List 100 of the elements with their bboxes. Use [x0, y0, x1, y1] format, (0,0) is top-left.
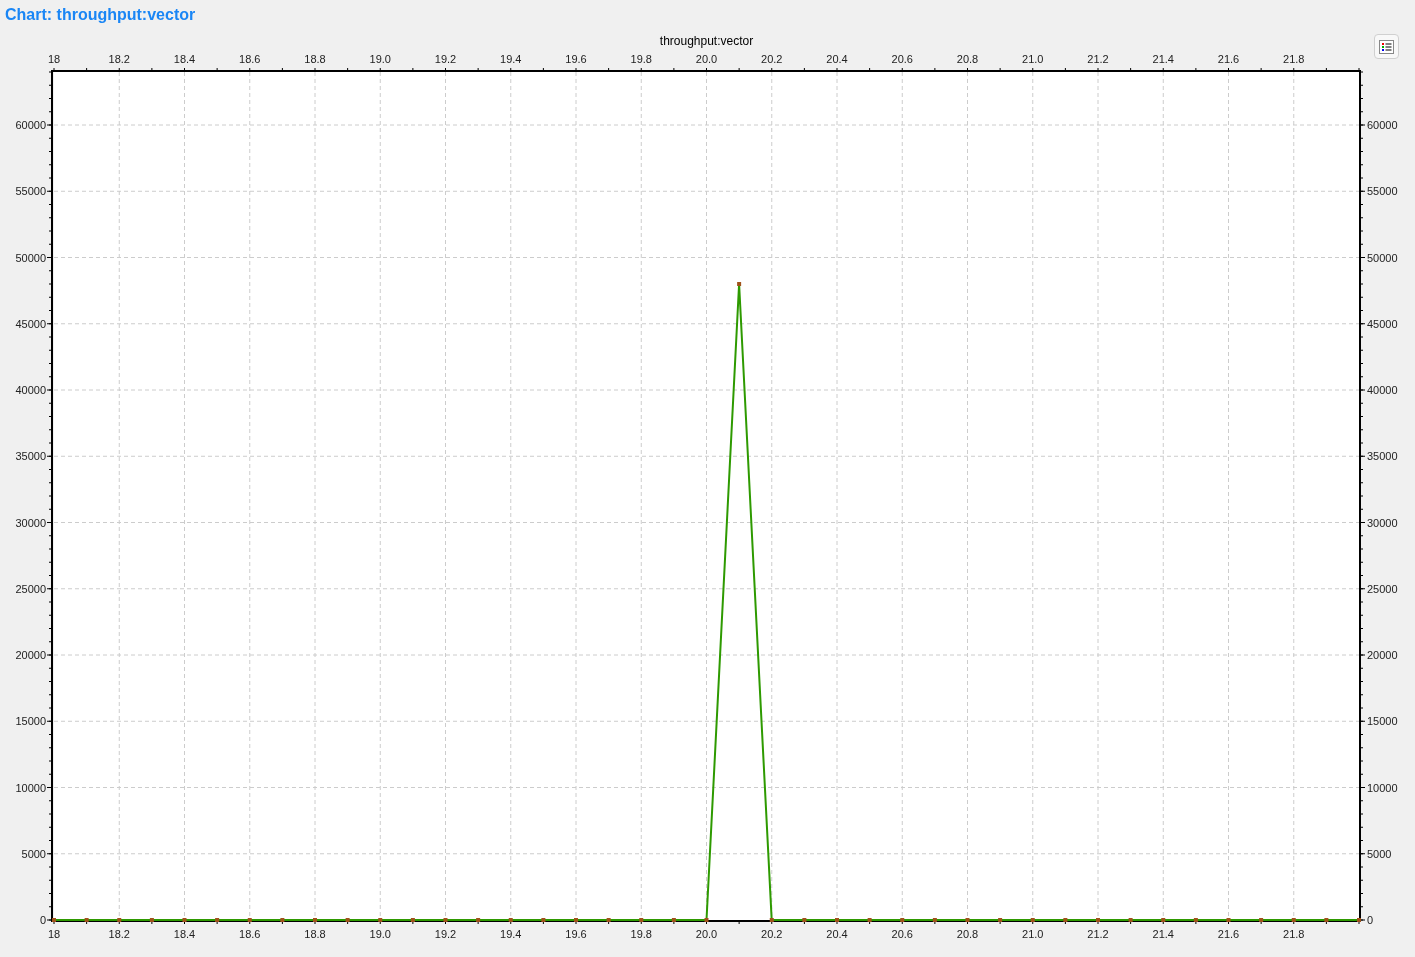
- data-point-marker: [1063, 918, 1068, 922]
- data-point-marker: [671, 918, 676, 922]
- axis-tick-label: 18.8: [304, 928, 326, 940]
- axis-tick-label: 35000: [1367, 450, 1398, 463]
- data-point-marker: [84, 918, 89, 922]
- axis-tick-label: 60000: [15, 119, 46, 131]
- axis-tick-label: 20.2: [761, 53, 783, 65]
- data-point-marker: [149, 918, 154, 922]
- axis-tick-label: 19.2: [434, 928, 457, 940]
- axis-tick-label: 40000: [15, 384, 46, 396]
- axis-tick-label: 20.8: [956, 53, 979, 65]
- axis-tick-label: 45000: [1367, 317, 1398, 330]
- axis-tick-label: 21.2: [1087, 928, 1109, 940]
- axis-tick-label: 19.8: [630, 53, 652, 65]
- axis-tick-label: 20.6: [891, 53, 913, 65]
- axis-tick-label: 18.2: [108, 928, 130, 940]
- data-point-marker: [639, 918, 644, 922]
- data-point-marker: [900, 918, 905, 922]
- data-point-marker: [541, 918, 546, 922]
- axis-tick-label: 50000: [15, 251, 46, 264]
- data-point-marker: [508, 918, 513, 922]
- axis-tick-label: 21.0: [1022, 928, 1044, 940]
- axis-tick-label: 21.4: [1152, 53, 1174, 65]
- axis-tick-label: 0: [39, 914, 46, 926]
- axis-tick-label: 18.8: [304, 53, 326, 65]
- data-point-marker: [1030, 918, 1035, 922]
- data-point-marker: [1161, 918, 1166, 922]
- data-point-marker: [247, 918, 252, 922]
- axis-tick-label: 5000: [21, 847, 46, 860]
- axis-tick-label: 10000: [15, 781, 46, 794]
- axis-tick-label: 20.8: [956, 928, 979, 940]
- axis-tick-label: 35000: [15, 450, 46, 463]
- data-point-marker: [998, 918, 1003, 922]
- axis-tick-label: 18.2: [108, 53, 130, 65]
- axis-tick-label: 19.0: [369, 53, 391, 65]
- data-point-marker: [965, 918, 970, 922]
- axis-tick-label: 18: [47, 53, 61, 65]
- axis-tick-label: 20.0: [695, 928, 718, 940]
- data-point-marker: [476, 918, 481, 922]
- data-point-marker: [378, 918, 383, 922]
- axis-tick-label: 18.6: [239, 53, 261, 65]
- axis-tick-label: 15000: [15, 715, 46, 728]
- axis-tick-label: 30000: [1367, 516, 1398, 529]
- axis-tick-label: 15000: [1367, 715, 1398, 728]
- axis-tick-label: 21.2: [1087, 53, 1109, 65]
- data-point-marker: [769, 918, 774, 922]
- axis-tick-label: 21.8: [1283, 928, 1305, 940]
- data-point-marker: [1193, 918, 1198, 922]
- axis-tick-label: 18.4: [173, 928, 196, 940]
- data-point-marker: [182, 918, 187, 922]
- axis-tick-label: 5000: [1367, 847, 1392, 860]
- axis-tick-label: 19.8: [630, 928, 652, 940]
- data-point-marker: [52, 918, 56, 922]
- chart-heading: Chart: throughput:vector: [5, 6, 196, 23]
- legend-button[interactable]: [1374, 34, 1399, 59]
- axis-tick-label: 20.4: [826, 928, 848, 940]
- axis-tick-label: 18.4: [173, 53, 196, 65]
- data-point-marker: [867, 918, 872, 922]
- axis-tick-label: 20000: [15, 649, 46, 661]
- axis-tick-label: 19.6: [565, 53, 587, 65]
- axis-tick-label: 21.8: [1283, 53, 1305, 65]
- axis-tick-label: 55000: [15, 185, 46, 198]
- axis-tick-label: 45000: [15, 317, 46, 330]
- axis-tick-label: 19.6: [565, 928, 587, 940]
- data-point-marker: [1259, 918, 1264, 922]
- axis-tick-label: 20.4: [826, 53, 848, 65]
- axis-tick-label: 19.2: [434, 53, 457, 65]
- data-point-marker: [1128, 918, 1133, 922]
- data-point-marker: [835, 918, 839, 922]
- axis-tick-label: 40000: [1367, 384, 1398, 396]
- data-point-marker: [443, 918, 448, 922]
- axis-tick-label: 21.6: [1217, 53, 1240, 65]
- axis-tick-label: 18.6: [239, 928, 261, 940]
- data-point-marker: [932, 918, 937, 922]
- axis-tick-label: 50000: [1367, 251, 1398, 264]
- data-point-marker: [1096, 918, 1100, 922]
- axis-tick-label: 60000: [1367, 119, 1398, 131]
- data-point-marker: [313, 918, 317, 922]
- axis-tick-label: 20000: [1367, 649, 1398, 661]
- axis-tick-label: 20.6: [891, 928, 913, 940]
- axis-tick-label: 30000: [15, 516, 46, 529]
- data-point-marker: [117, 918, 122, 922]
- chart-title: throughput:vector: [659, 34, 754, 48]
- data-point-marker: [737, 282, 742, 286]
- data-point-marker: [410, 918, 415, 922]
- data-point-marker: [574, 918, 578, 922]
- data-point-marker: [606, 918, 611, 922]
- axis-tick-label: 21.6: [1217, 928, 1240, 940]
- data-point-marker: [1291, 918, 1296, 922]
- data-point-marker: [1324, 918, 1329, 922]
- data-point-marker: [215, 918, 220, 922]
- axis-tick-label: 20.0: [695, 53, 718, 65]
- axis-tick-label: 10000: [1367, 781, 1398, 794]
- axis-tick-label: 19.4: [500, 928, 522, 940]
- axis-tick-label: 20.2: [761, 928, 783, 940]
- axis-tick-label: 21.0: [1022, 53, 1044, 65]
- axis-tick-label: 18: [47, 928, 61, 940]
- data-point-marker: [704, 918, 709, 922]
- axis-tick-label: 25000: [15, 582, 46, 595]
- legend-list-icon: [1379, 39, 1394, 54]
